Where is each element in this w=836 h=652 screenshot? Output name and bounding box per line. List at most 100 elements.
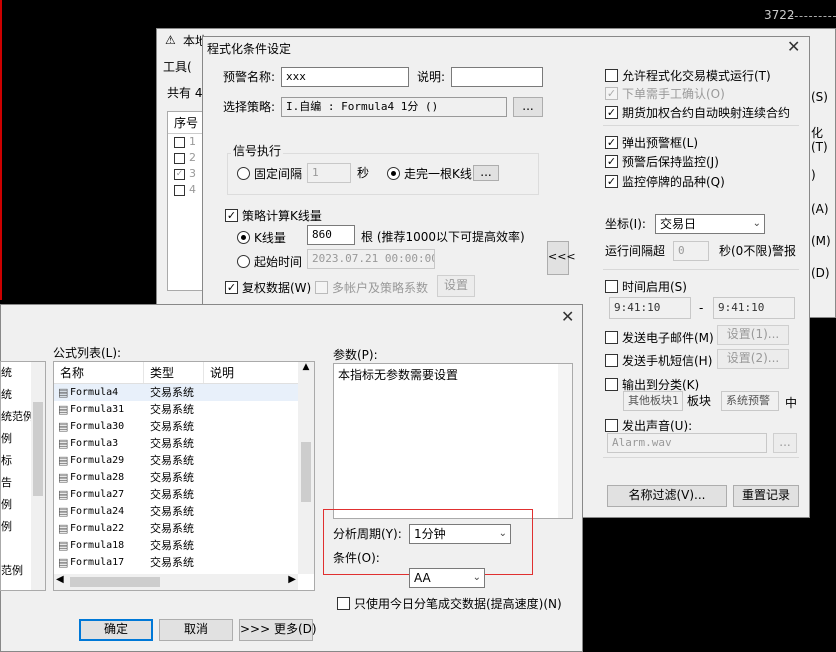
middle-label: 中 xyxy=(785,396,798,410)
column-name[interactable]: 名称 xyxy=(54,362,144,383)
allow-auto-trade-checkbox[interactable]: 允许程式化交易模式运行(T) xyxy=(605,67,771,84)
close-icon[interactable]: ✕ xyxy=(787,37,800,56)
more-button[interactable]: >>> 更多(D) xyxy=(239,619,317,641)
formula-type: 交易系统 xyxy=(150,420,194,433)
name-filter-button[interactable]: 名称过滤(V)... xyxy=(607,485,727,507)
list-item[interactable]: ▤ Formula31 交易系统 xyxy=(54,401,314,418)
coord-label: 坐标(I): xyxy=(605,217,646,231)
play-sound-checkbox[interactable]: 发出声音(U): xyxy=(605,417,692,434)
fixed-interval-radio[interactable]: 固定间隔 xyxy=(237,165,302,182)
collapse-button[interactable]: <<< xyxy=(547,241,576,275)
list-item[interactable]: ▤ Formula17 交易系统 xyxy=(54,554,314,571)
calc-kline-checkbox[interactable]: ✓ 策略计算K线量 xyxy=(225,207,322,224)
list-scroll-thumb[interactable] xyxy=(301,442,311,502)
sms-settings-button[interactable]: 设置(2)... xyxy=(717,349,789,369)
row-number: 3 xyxy=(189,167,196,180)
alert-table: 序号 1 2 ✓ 3 4 xyxy=(167,111,207,291)
list-hscrollbar[interactable]: ◀ ▶ xyxy=(54,574,298,590)
keep-monitor-checkbox[interactable]: ✓ 预警后保持监控(J) xyxy=(605,153,719,170)
fixed-interval-input[interactable]: 1 xyxy=(307,163,351,183)
sound-browse-button[interactable]: ... xyxy=(773,433,797,453)
settings-button[interactable]: 设置 xyxy=(437,275,475,297)
list-item[interactable]: ▤ Formula29 交易系统 xyxy=(54,452,314,469)
monitor-suspended-checkbox[interactable]: ✓ 监控停牌的品种(Q) xyxy=(605,173,725,190)
popup-alert-checkbox[interactable]: ✓ 弹出预警框(L) xyxy=(605,134,698,151)
formula-name: Formula4 xyxy=(70,387,119,398)
condition-select[interactable]: AA ⌄ xyxy=(409,568,485,588)
multi-account-checkbox[interactable]: 多帐户及策略系数 xyxy=(315,279,428,296)
list-item[interactable]: ▤ Formula18 交易系统 xyxy=(54,537,314,554)
side-button-fragment[interactable]: (D) xyxy=(811,265,830,281)
send-sms-checkbox[interactable]: 发送手机短信(H) xyxy=(605,352,712,369)
row-checkbox[interactable] xyxy=(174,136,185,148)
list-item[interactable]: ▤ Formula4 交易系统 xyxy=(54,384,314,401)
list-item[interactable]: ▤ Formula28 交易系统 xyxy=(54,469,314,486)
row-checkbox[interactable] xyxy=(174,184,185,196)
row-checkbox[interactable] xyxy=(174,152,185,164)
kline-radio[interactable]: 走完一根K线 xyxy=(387,165,472,182)
side-button-fragment[interactable]: (T) xyxy=(811,139,828,155)
coord-select[interactable]: 交易日 ⌄ xyxy=(655,214,765,234)
side-button-fragment[interactable]: (S) xyxy=(811,89,828,105)
time-start-input[interactable]: 9:41:10 xyxy=(609,297,691,319)
reset-log-button[interactable]: 重置记录 xyxy=(733,485,799,507)
side-button-fragment[interactable]: (M) xyxy=(811,233,831,249)
scroll-left-icon[interactable]: ◀ xyxy=(56,574,64,585)
use-today-checkbox[interactable]: 只使用今日分笔成交数据(提高速度)(N) xyxy=(337,595,562,612)
period-label: 分析周期(Y): xyxy=(333,527,402,541)
formula-type: 交易系统 xyxy=(150,488,194,501)
time-enable-checkbox[interactable]: 时间启用(S) xyxy=(605,278,687,295)
dialog-title: 程式化条件设定 xyxy=(207,42,292,56)
table-row[interactable]: 4 xyxy=(168,182,206,198)
futures-map-checkbox[interactable]: ✓ 期货加权合约自动映射连续合约 xyxy=(605,104,790,121)
cancel-button[interactable]: 取消 xyxy=(159,619,233,641)
side-button-fragment[interactable]: (A) xyxy=(811,201,829,217)
params-scrollbar[interactable] xyxy=(558,364,572,518)
list-item[interactable]: ▤ Formula22 交易系统 xyxy=(54,520,314,537)
kline-count-input[interactable]: 860 xyxy=(307,225,355,245)
column-desc[interactable]: 说明 xyxy=(204,362,284,383)
table-row[interactable]: 1 xyxy=(168,134,206,150)
formula-list[interactable]: 名称 类型 说明 ▤ Formula4 交易系统 ▤ Formula31 交易系统 ▤ For… xyxy=(53,361,315,591)
desc-input[interactable] xyxy=(451,67,543,87)
table-row[interactable]: 2 xyxy=(168,150,206,166)
period-select[interactable]: 1分钟 ⌄ xyxy=(409,524,511,544)
row-checkbox[interactable]: ✓ xyxy=(174,168,185,180)
kline-count-radio[interactable]: K线量 xyxy=(237,229,286,246)
tree-scroll-thumb[interactable] xyxy=(33,402,43,496)
tools-menu[interactable]: 工具( xyxy=(163,59,192,75)
params-box[interactable]: 本指标无参数需要设置 xyxy=(333,363,573,519)
start-time-radio[interactable]: 起始时间 xyxy=(237,253,302,270)
sound-file-input[interactable]: Alarm.wav xyxy=(607,433,767,453)
seconds-label: 秒 xyxy=(357,166,370,180)
manual-confirm-checkbox[interactable]: ✓ 下单需手工确认(O) xyxy=(605,85,725,102)
column-type[interactable]: 类型 xyxy=(144,362,204,383)
system-alert-select[interactable]: 系统预警 xyxy=(721,391,779,411)
list-item[interactable]: ▤ Formula3 交易系统 xyxy=(54,435,314,452)
ok-button[interactable]: 确定 xyxy=(79,619,153,641)
time-end-input[interactable]: 9:41:10 xyxy=(713,297,795,319)
category-select[interactable]: 其他板块1 xyxy=(623,391,683,411)
list-item[interactable]: ▤ Formula30 交易系统 xyxy=(54,418,314,435)
list-item[interactable]: ▤ Formula24 交易系统 xyxy=(54,503,314,520)
run-interval-input[interactable]: 0 xyxy=(673,241,709,261)
send-email-checkbox[interactable]: 发送电子邮件(M) xyxy=(605,329,714,346)
strategy-browse-button[interactable]: ... xyxy=(513,97,543,117)
kline-browse-button[interactable]: ... xyxy=(473,165,499,181)
scroll-right-icon[interactable]: ▶ xyxy=(288,574,296,585)
side-button-fragment[interactable]: ) xyxy=(811,167,816,183)
scroll-up-icon[interactable]: ▲ xyxy=(298,362,314,372)
hscroll-thumb[interactable] xyxy=(70,577,160,587)
strategy-input[interactable]: I.自编 : Formula4 1分 () xyxy=(281,97,507,117)
alert-name-input[interactable]: xxx xyxy=(281,67,409,87)
formula-name: Formula31 xyxy=(70,404,125,415)
close-icon[interactable]: ✕ xyxy=(561,307,574,326)
list-item[interactable]: ▤ Formula27 交易系统 xyxy=(54,486,314,503)
start-time-input[interactable]: 2023.07.21 00:00:00 xyxy=(307,249,435,269)
list-vscrollbar[interactable]: ▲ xyxy=(298,362,314,574)
category-tree[interactable]: 统统统范例例标告例例范例 xyxy=(0,361,46,591)
email-settings-button[interactable]: 设置(1)... xyxy=(717,325,789,345)
table-row[interactable]: ✓ 3 xyxy=(168,166,206,182)
run-interval-unit: 秒(0不限)警报 xyxy=(719,244,796,258)
reweight-checkbox[interactable]: ✓ 复权数据(W) xyxy=(225,279,311,296)
